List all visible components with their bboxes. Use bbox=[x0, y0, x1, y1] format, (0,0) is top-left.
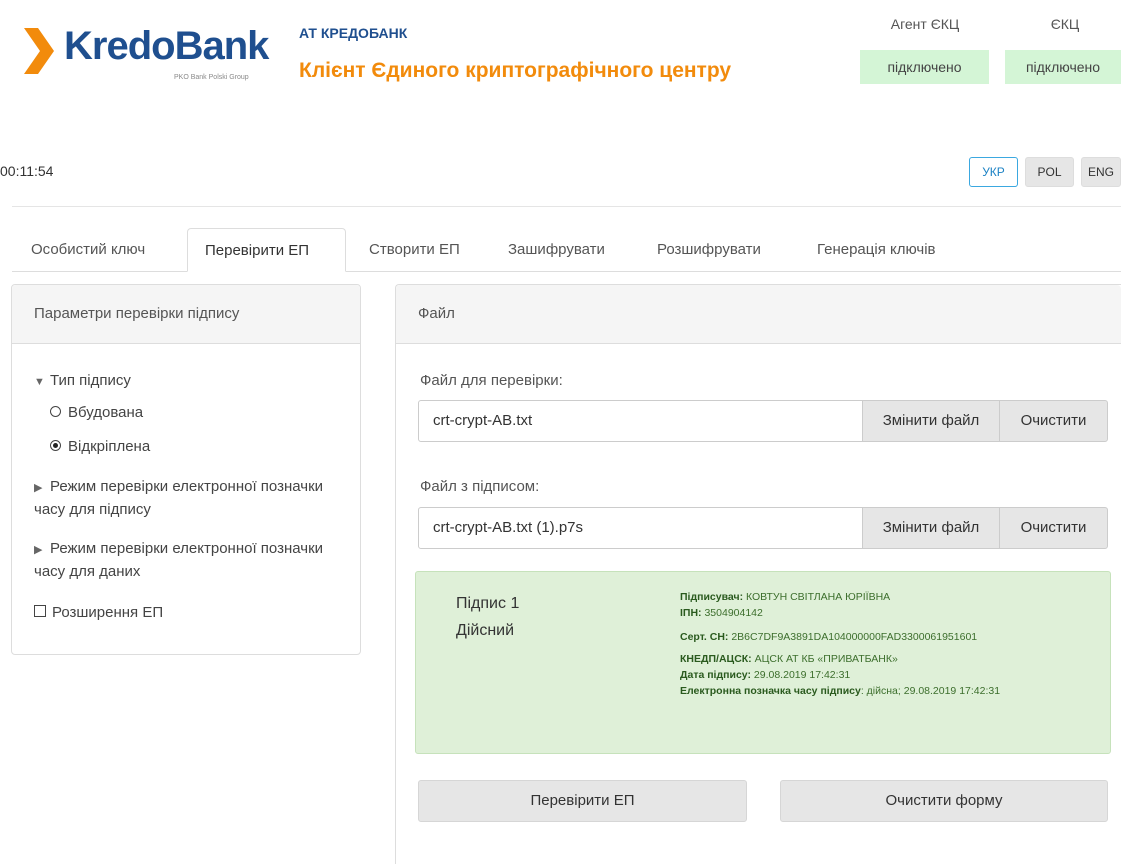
verify-signature-button[interactable]: Перевірити ЕП bbox=[418, 780, 747, 822]
ekc-status-badge: підключено bbox=[1005, 50, 1121, 84]
chevron-right-icon: ▶ bbox=[34, 482, 43, 494]
extensions-label: Розширення ЕП bbox=[52, 604, 164, 621]
signer-row: Підписувач: КОВТУН СВІТЛАНА ЮРІЇВНА bbox=[680, 589, 1100, 605]
ca-value: АЦСК АТ КБ «ПРИВАТБАНК» bbox=[754, 653, 898, 665]
signature-type-label: Тип підпису bbox=[50, 372, 131, 389]
timestamp-label: Електронна позначка часу підпису bbox=[680, 685, 861, 697]
file-panel-title: Файл bbox=[396, 285, 1121, 344]
clear-file-button[interactable]: Очистити bbox=[999, 400, 1108, 442]
header-divider bbox=[12, 206, 1121, 207]
ipn-value: 3504904142 bbox=[704, 607, 763, 619]
radio-detached[interactable]: Відкріплена bbox=[50, 436, 150, 458]
clear-form-button[interactable]: Очистити форму bbox=[780, 780, 1108, 822]
date-row: Дата підпису: 29.08.2019 17:42:31 bbox=[680, 667, 1100, 683]
radio-embedded-icon[interactable] bbox=[50, 405, 61, 417]
clear-signature-file-button[interactable]: Очистити bbox=[999, 507, 1108, 549]
radio-detached-icon[interactable] bbox=[50, 439, 61, 451]
radio-detached-label: Відкріплена bbox=[68, 438, 151, 455]
signature-type-toggle[interactable]: ▼ Тип підпису bbox=[34, 370, 131, 393]
logo-subtitle: PKO Bank Polski Group bbox=[174, 74, 249, 81]
kredobank-logo: KredoBank PKO Bank Polski Group bbox=[22, 18, 272, 96]
ts-data-label: Режим перевірки електронної позначки час… bbox=[34, 540, 324, 580]
chevron-right-icon: ▶ bbox=[34, 544, 43, 556]
ts-signature-toggle[interactable]: ▶ Режим перевірки електронної позначки ча… bbox=[34, 476, 344, 521]
ipn-row: ІПН: 3504904142 bbox=[680, 605, 1100, 621]
signature-heading: Підпис 1 Дійсний bbox=[456, 590, 519, 644]
signature-file-label: Файл з підписом: bbox=[420, 478, 540, 495]
ts-data-toggle[interactable]: ▶ Режим перевірки електронної позначки ча… bbox=[34, 538, 344, 583]
app-title: Клієнт Єдиного криптографічного центру bbox=[299, 59, 732, 82]
tab-create-signature[interactable]: Створити ЕП bbox=[369, 228, 460, 272]
ca-label: КНЕДП/АЦСК: bbox=[680, 653, 752, 665]
tab-key-generation[interactable]: Генерація ключів bbox=[817, 228, 936, 272]
cert-value: 2B6C7DF9A3891DA104000000FAD3300061951601 bbox=[731, 631, 978, 643]
lang-pol-button[interactable]: POL bbox=[1025, 157, 1074, 187]
change-signature-file-button[interactable]: Змінити файл bbox=[862, 507, 1000, 549]
change-file-button[interactable]: Змінити файл bbox=[862, 400, 1000, 442]
tab-verify-signature[interactable]: Перевірити ЕП bbox=[187, 228, 346, 272]
lang-ukr-button[interactable]: УКР bbox=[969, 157, 1018, 187]
extensions-checkbox[interactable]: Розширення ЕП bbox=[34, 602, 163, 624]
verification-result: Підпис 1 Дійсний Підписувач: КОВТУН СВІТ… bbox=[415, 571, 1111, 754]
timestamp-row: Електронна позначка часу підпису: дійсна… bbox=[680, 683, 1100, 699]
radio-embedded[interactable]: Вбудована bbox=[50, 402, 143, 424]
cert-label: Серт. СН: bbox=[680, 631, 729, 643]
signature-file-input[interactable]: crt-crypt-AB.txt (1).p7s bbox=[418, 507, 863, 549]
lang-eng-button[interactable]: ENG bbox=[1081, 157, 1121, 187]
signature-status: Дійсний bbox=[456, 622, 515, 639]
agent-status-label: Агент ЄКЦ bbox=[890, 16, 960, 32]
signer-value: КОВТУН СВІТЛАНА ЮРІЇВНА bbox=[746, 591, 891, 603]
session-timer: 00:11:54 bbox=[0, 163, 54, 179]
file-input-group: crt-crypt-AB.txt Змінити файл Очистити bbox=[418, 400, 1108, 442]
cert-row: Серт. СН: 2B6C7DF9A3891DA104000000FAD330… bbox=[680, 629, 1100, 645]
file-input[interactable]: crt-crypt-AB.txt bbox=[418, 400, 863, 442]
date-label: Дата підпису: bbox=[680, 669, 751, 681]
chevron-logo-icon bbox=[24, 28, 54, 74]
agent-status-badge: підключено bbox=[860, 50, 989, 84]
ipn-label: ІПН: bbox=[680, 607, 702, 619]
radio-embedded-label: Вбудована bbox=[68, 404, 144, 421]
tab-private-key[interactable]: Особистий ключ bbox=[31, 228, 145, 272]
date-value: 29.08.2019 17:42:31 bbox=[753, 669, 851, 681]
ts-signature-label: Режим перевірки електронної позначки час… bbox=[34, 478, 324, 518]
timestamp-value: : дійсна; 29.08.2019 17:42:31 bbox=[860, 685, 1001, 697]
ekc-status-label: ЄКЦ bbox=[1050, 16, 1080, 32]
tab-encrypt[interactable]: Зашифрувати bbox=[508, 228, 605, 272]
checkbox-icon[interactable] bbox=[34, 605, 46, 618]
verify-params-panel: Параметри перевірки підпису ▼ Тип підпису… bbox=[11, 284, 361, 655]
ca-row: КНЕДП/АЦСК: АЦСК АТ КБ «ПРИВАТБАНК» bbox=[680, 651, 1100, 667]
signature-details: Підписувач: КОВТУН СВІТЛАНА ЮРІЇВНА ІПН:… bbox=[680, 589, 1100, 703]
file-label: Файл для перевірки: bbox=[420, 372, 563, 389]
logo-text: KredoBank bbox=[64, 24, 269, 68]
verify-params-title: Параметри перевірки підпису bbox=[12, 285, 360, 344]
signature-number: Підпис 1 bbox=[456, 595, 520, 612]
chevron-down-icon: ▼ bbox=[34, 376, 45, 388]
tab-decrypt[interactable]: Розшифрувати bbox=[657, 228, 761, 272]
bank-name: АТ КРЕДОБАНК bbox=[299, 25, 408, 41]
signer-label: Підписувач: bbox=[680, 591, 744, 603]
signature-input-group: crt-crypt-AB.txt (1).p7s Змінити файл Оч… bbox=[418, 507, 1108, 549]
